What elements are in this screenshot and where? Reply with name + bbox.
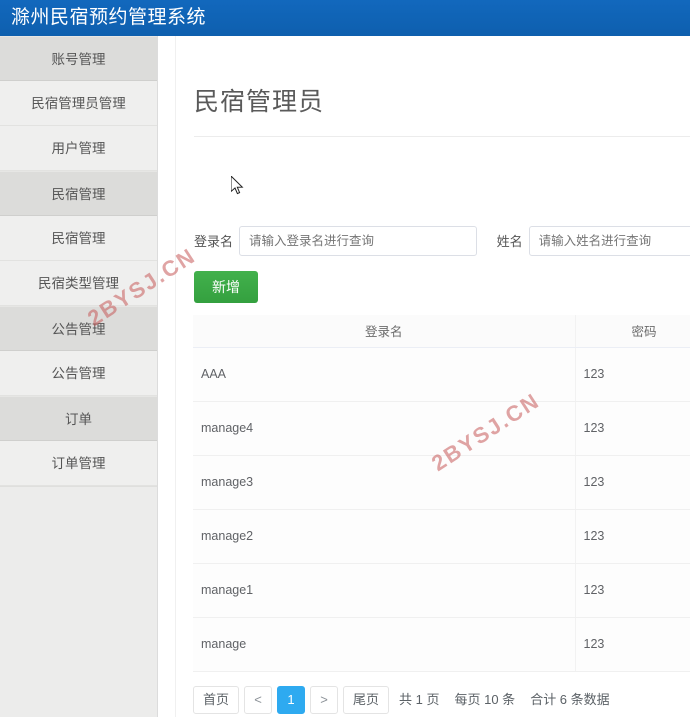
pagination-first-button[interactable]: 首页	[193, 686, 240, 714]
pagination-total-pages: 共 1 页	[399, 692, 440, 707]
sidebar-group-title[interactable]: 民宿管理	[0, 171, 157, 216]
pagination-prev-button[interactable]: <	[244, 686, 273, 714]
table-head: 登录名 密码	[193, 315, 690, 348]
table-cell-password: 123	[575, 401, 690, 456]
sidebar-group-items: 民宿管理员管理 用户管理	[0, 81, 157, 171]
sidebar-group-title[interactable]: 账号管理	[0, 36, 157, 81]
table-cell-password: 123	[575, 563, 690, 618]
search-fields-row: 登录名 姓名	[194, 224, 690, 257]
sidebar-group-items: 订单管理	[0, 441, 157, 486]
add-button[interactable]: 新增	[194, 271, 258, 303]
sidebar-item[interactable]: 民宿管理	[0, 216, 157, 261]
sidebar-item[interactable]: 公告管理	[0, 351, 157, 396]
search-form: 登录名 姓名 新增	[194, 196, 690, 303]
table-row[interactable]: manage 123	[193, 617, 690, 672]
content-panel: 民宿管理员 登录名 姓名 新增 登录名密码 AAA123man	[175, 36, 690, 717]
sidebar-group-title[interactable]: 公告管理	[0, 306, 157, 351]
table-cell-login_name: manage2	[193, 509, 576, 564]
main-content: 民宿管理员 登录名 姓名 新增 登录名密码 AAA123man	[159, 36, 690, 717]
pagination-page-1-button[interactable]: 1	[277, 686, 306, 714]
sidebar-filler	[0, 486, 157, 717]
page-title: 民宿管理员	[194, 88, 325, 116]
table-cell-login_name: manage3	[193, 455, 576, 510]
sidebar-item[interactable]: 民宿类型管理	[0, 261, 157, 306]
pagination-last-button[interactable]: 尾页	[343, 686, 390, 714]
sidebar-group-items: 民宿管理 民宿类型管理	[0, 216, 157, 306]
sidebar-group-items: 公告管理	[0, 351, 157, 396]
sidebar-item[interactable]: 民宿管理员管理	[0, 81, 157, 126]
table-cell-password: 123	[575, 509, 690, 564]
table-cell-login_name: manage4	[193, 401, 576, 456]
sidebar: 账号管理 民宿管理员管理 用户管理 民宿管理 民宿管理 民宿类型管理 公告管理 公告管理 订单订…	[0, 36, 158, 717]
data-table: 登录名 密码 AAA 123 manage4 123 manage3 123 manage2 1…	[193, 315, 690, 672]
login-name-label: 登录名	[194, 234, 234, 249]
app-header: 滁州民宿预约管理系统	[0, 0, 690, 36]
pagination-total-records: 合计 6 条数据	[530, 692, 610, 707]
table-header-login_name: 登录名	[193, 315, 576, 348]
pagination-page-size: 每页 10 条	[454, 692, 516, 707]
table-cell-password: 123	[575, 347, 690, 402]
data-table-container: 登录名 密码 AAA 123 manage4 123 manage3 123 manage2 1…	[193, 315, 690, 672]
table-row[interactable]: manage1 123	[193, 563, 690, 618]
table-row[interactable]: AAA 123	[193, 347, 690, 402]
title-divider	[194, 136, 690, 137]
table-header-row: 登录名 密码	[193, 315, 690, 348]
sidebar-group-title[interactable]: 订单	[0, 396, 157, 441]
full-name-input[interactable]	[528, 225, 690, 256]
login-name-input[interactable]	[239, 225, 477, 256]
table-row[interactable]: manage3 123	[193, 455, 690, 510]
pagination: 首页 < 1 > 尾页 共 1 页 每页 10 条 合计 6 条数据	[193, 684, 620, 716]
table-body: AAA 123 manage4 123 manage3 123 manage2 123 mana…	[193, 347, 690, 672]
app-title: 滁州民宿预约管理系统	[11, 7, 207, 28]
table-cell-password: 123	[575, 617, 690, 672]
table-row[interactable]: manage2 123	[193, 509, 690, 564]
sidebar-item[interactable]: 订单管理	[0, 441, 157, 486]
full-name-label: 姓名	[496, 234, 523, 249]
table-cell-login_name: manage1	[193, 563, 576, 618]
table-cell-password: 123	[575, 455, 690, 510]
sidebar-item[interactable]: 用户管理	[0, 126, 157, 171]
table-cell-login_name: manage	[193, 617, 576, 672]
table-cell-login_name: AAA	[193, 347, 576, 402]
sidebar-nav: 账号管理 民宿管理员管理 用户管理 民宿管理 民宿管理 民宿类型管理 公告管理 公告管理 订单订…	[0, 36, 157, 486]
table-row[interactable]: manage4 123	[193, 401, 690, 456]
pagination-next-button[interactable]: >	[310, 686, 339, 714]
table-header-password: 密码	[575, 315, 690, 348]
